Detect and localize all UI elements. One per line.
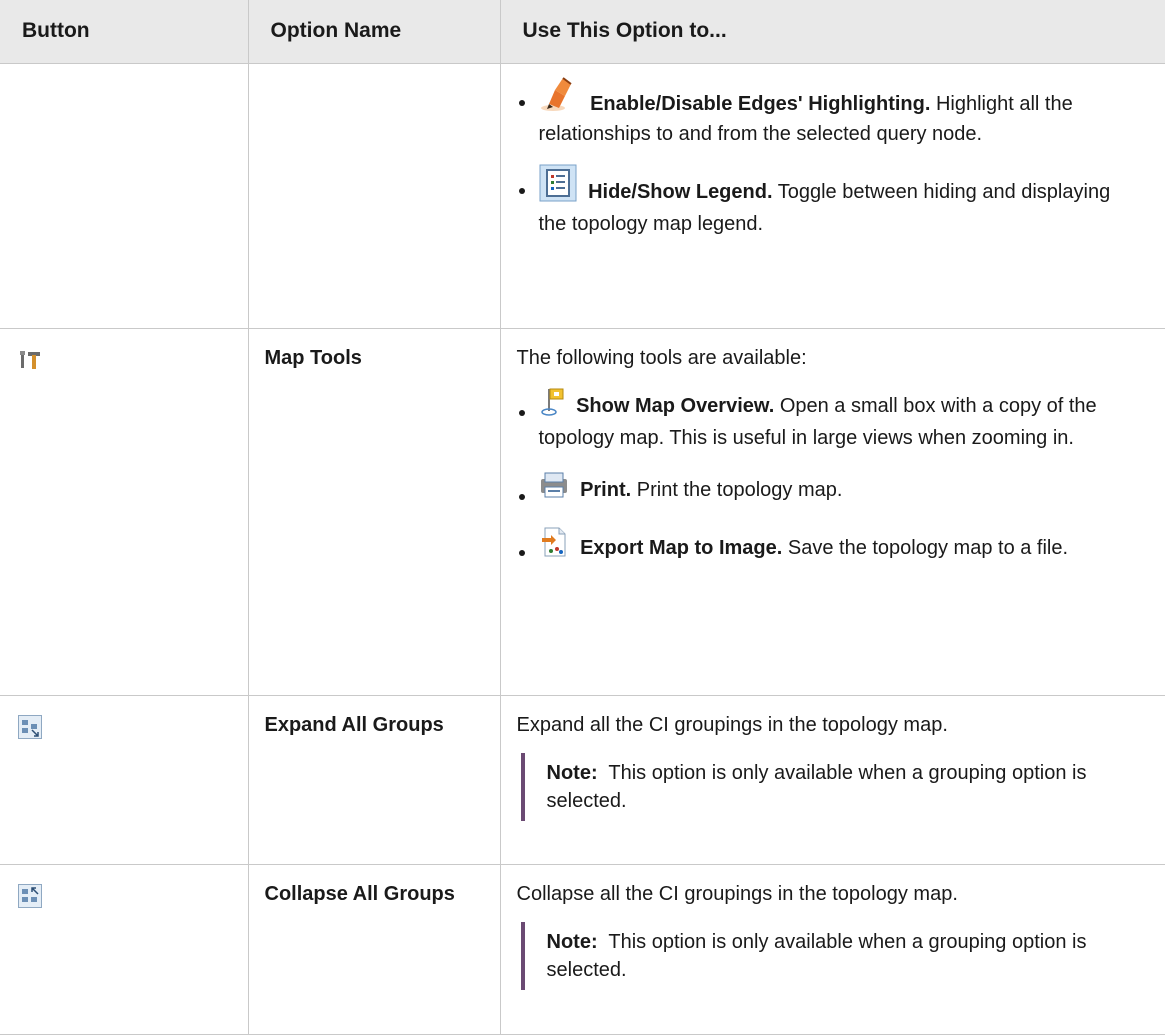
description-cell: The following tools are available: Show … xyxy=(499,327,1165,696)
header-option-name: Option Name xyxy=(247,0,501,64)
item-text: Save the topology map to a file. xyxy=(787,536,1069,559)
table-row: Expand All Groups Expand all the CI grou… xyxy=(0,694,1165,865)
description-cell: Collapse all the CI groupings in the top… xyxy=(499,863,1165,1035)
item-title: Hide/Show Legend. xyxy=(588,180,773,203)
option-name-cell: Collapse All Groups xyxy=(247,863,501,1035)
button-cell xyxy=(0,863,249,1035)
description-text: Collapse all the CI groupings in the top… xyxy=(516,882,958,905)
item-title: Export Map to Image. xyxy=(580,536,783,559)
options-table: Button Option Name Use This Option to... xyxy=(0,0,1165,1035)
intro-text: The following tools are available: xyxy=(516,346,807,369)
note-label: Note: xyxy=(546,930,598,953)
collapse-groups-icon[interactable] xyxy=(18,883,42,916)
legend-icon xyxy=(539,164,577,210)
button-cell xyxy=(0,327,249,696)
item-title: Show Map Overview. xyxy=(576,394,775,417)
table-row: Map Tools The following tools are availa… xyxy=(0,327,1165,696)
list-item: Hide/Show Legend. Toggle between hiding … xyxy=(518,164,1144,238)
note-text: This option is only available when a gro… xyxy=(546,930,1087,981)
description-text: Expand all the CI groupings in the topol… xyxy=(516,713,948,736)
table-row: Collapse All Groups Collapse all the CI … xyxy=(0,863,1165,1035)
header-use-option: Use This Option to... xyxy=(499,0,1165,64)
note-box: Note: This option is only available when… xyxy=(520,921,1144,990)
description-cell: Enable/Disable Edges' Highlighting. High… xyxy=(499,62,1165,329)
table-row: Enable/Disable Edges' Highlighting. High… xyxy=(0,62,1165,329)
list-item: Print. Print the topology map. xyxy=(518,470,1144,508)
description-cell: Expand all the CI groupings in the topol… xyxy=(499,694,1165,865)
item-text: Print the topology map. xyxy=(636,478,843,501)
print-icon xyxy=(539,470,569,508)
expand-groups-icon[interactable] xyxy=(18,714,42,747)
item-title: Enable/Disable Edges' Highlighting. xyxy=(590,92,931,115)
list-item: Export Map to Image. Save the topology m… xyxy=(518,526,1144,566)
list-item: Show Map Overview. Open a small box with… xyxy=(518,386,1144,452)
note-text: This option is only available when a gro… xyxy=(546,761,1087,812)
button-cell xyxy=(0,694,249,865)
header-button: Button xyxy=(0,0,249,64)
header-row: Button Option Name Use This Option to... xyxy=(0,0,1165,64)
note-label: Note: xyxy=(546,761,598,784)
tool-list: Show Map Overview. Open a small box with… xyxy=(517,386,1144,566)
list-item: Enable/Disable Edges' Highlighting. High… xyxy=(518,76,1144,148)
map-tools-icon[interactable] xyxy=(18,348,42,380)
option-name-cell: Map Tools xyxy=(247,327,501,696)
item-title: Print. xyxy=(580,478,632,501)
map-overview-icon xyxy=(539,386,565,424)
note-box: Note: This option is only available when… xyxy=(520,752,1144,821)
option-name-cell: Expand All Groups xyxy=(247,694,501,865)
export-image-icon xyxy=(539,526,569,566)
highlighter-icon xyxy=(539,76,579,120)
tool-list: Enable/Disable Edges' Highlighting. High… xyxy=(517,76,1144,238)
option-name-cell xyxy=(247,62,501,329)
button-cell xyxy=(0,62,249,329)
